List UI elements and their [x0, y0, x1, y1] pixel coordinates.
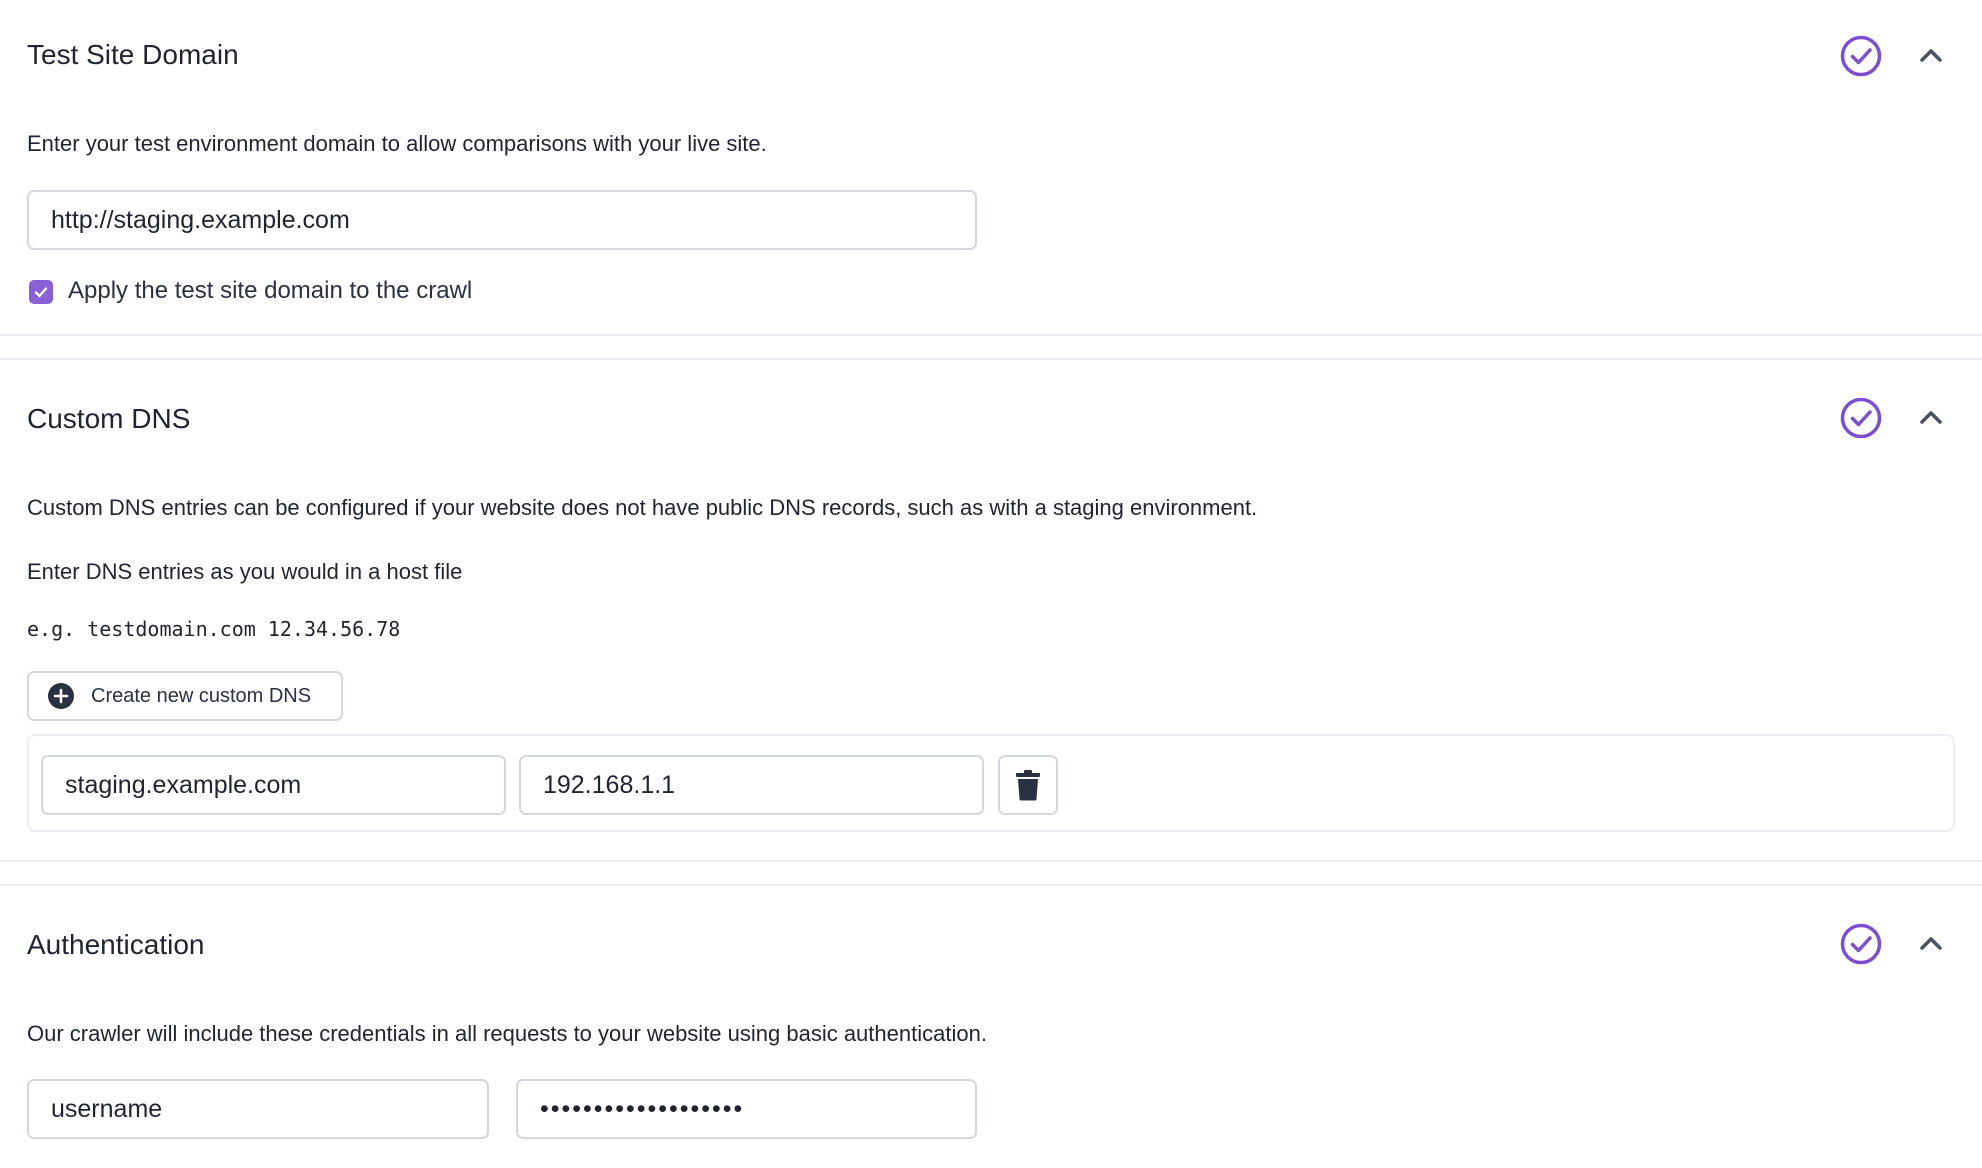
section-title: Custom DNS [27, 403, 191, 434]
section-title: Test Site Domain [27, 39, 239, 70]
username-input[interactable] [27, 1079, 489, 1139]
check-circle-icon [1840, 35, 1882, 77]
dns-instruction: Enter DNS entries as you would in a host… [27, 559, 463, 584]
apply-domain-checkbox-label[interactable]: Apply the test site domain to the crawl [68, 279, 472, 303]
check-circle-icon [1840, 923, 1882, 965]
apply-domain-checkbox[interactable] [29, 280, 53, 304]
create-custom-dns-button[interactable]: Create new custom DNS [27, 671, 343, 721]
chevron-up-icon[interactable] [1915, 40, 1947, 72]
section-description: Enter your test environment domain to al… [27, 131, 767, 156]
section-description: Our crawler will include these credentia… [27, 1021, 987, 1046]
dns-example: e.g. testdomain.com 12.34.56.78 [27, 617, 401, 641]
test-site-domain-section: Test Site Domain Enter your test environ… [0, 0, 1982, 336]
section-title: Authentication [27, 929, 205, 960]
chevron-up-icon[interactable] [1915, 402, 1947, 434]
plus-circle-icon [48, 683, 74, 709]
password-input[interactable] [516, 1079, 977, 1139]
section-description: Custom DNS entries can be configured if … [27, 495, 1258, 520]
checkmark-icon [34, 287, 48, 298]
authentication-section: Authentication Our crawler will include … [0, 884, 1982, 1168]
create-custom-dns-label: Create new custom DNS [91, 685, 312, 707]
trash-icon [1016, 770, 1040, 801]
check-circle-icon [1840, 397, 1882, 439]
test-domain-input[interactable] [27, 190, 977, 250]
dns-ip-input[interactable] [519, 755, 984, 815]
delete-dns-entry-button[interactable] [998, 755, 1058, 815]
chevron-up-icon[interactable] [1915, 928, 1947, 960]
dns-hostname-input[interactable] [41, 755, 506, 815]
